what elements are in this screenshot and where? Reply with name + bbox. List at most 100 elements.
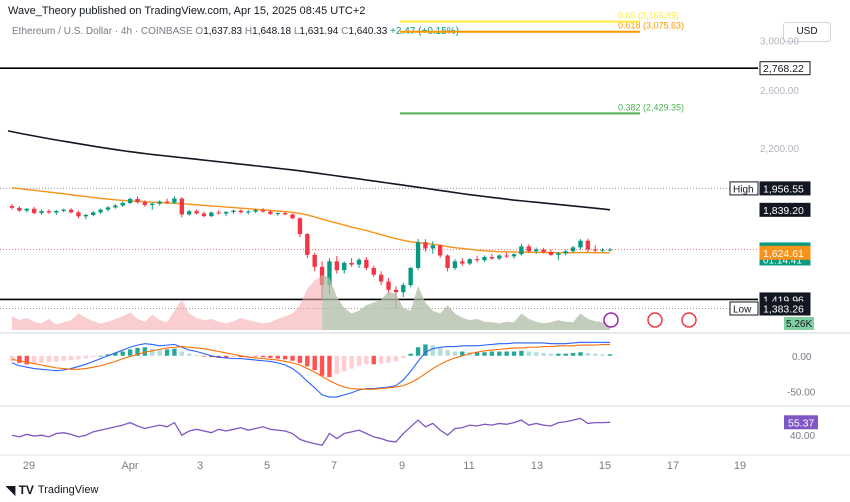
- macd-histogram-bar: [61, 355, 66, 361]
- candle-body: [452, 261, 458, 268]
- candle-body: [120, 202, 125, 206]
- price-tag-bg: [759, 181, 811, 196]
- macd-histogram-bar: [135, 347, 140, 356]
- macd-histogram-bar: [290, 355, 295, 361]
- candle-body: [98, 209, 103, 213]
- candle-body: [297, 218, 303, 235]
- macd-histogram-bar: [548, 353, 554, 356]
- x-tick-label: 15: [599, 460, 611, 472]
- macd-histogram-bar: [364, 355, 369, 365]
- macd-histogram-bar: [423, 344, 428, 356]
- candle-body: [201, 213, 207, 217]
- macd-histogram-bar: [164, 349, 170, 356]
- candle-body: [319, 266, 325, 286]
- candle-body: [401, 285, 406, 293]
- candle-body: [172, 198, 177, 203]
- price-tag-prefix-bg: [729, 181, 759, 196]
- rsi-tick-label: 40.00: [790, 431, 815, 442]
- macd-histogram-bar: [378, 355, 384, 364]
- candle-body: [526, 246, 531, 252]
- candle-body: [17, 207, 22, 211]
- close-value: 1,640.33: [348, 26, 388, 37]
- macd-histogram-bar: [238, 355, 244, 358]
- macd-line: [11, 341, 610, 398]
- macd-histogram-bar: [9, 355, 15, 362]
- price-tag-label: 1,956.55: [763, 183, 804, 195]
- macd-histogram-bar: [445, 350, 450, 356]
- macd-histogram-bar: [76, 355, 81, 360]
- price-tag-bg: [759, 202, 811, 217]
- price-axis-tag: 1,956.55 High: [729, 181, 811, 196]
- sma200-line: [7, 130, 611, 211]
- candle-body: [593, 249, 598, 251]
- macd-histogram-bar: [519, 350, 524, 356]
- volume-area-bull: [322, 275, 610, 330]
- candle-body: [260, 210, 266, 212]
- macd-histogram-bar: [607, 354, 613, 356]
- price-tag-label: 1,839.20: [763, 205, 804, 217]
- volume-area: [12, 275, 610, 330]
- macd-histogram-bar: [334, 355, 340, 375]
- candle-body: [548, 252, 554, 255]
- macd-histogram-bar: [91, 355, 96, 358]
- candle-body: [275, 213, 280, 215]
- y-tick-label: 2,200.00: [760, 144, 799, 155]
- macd-histogram-bar: [497, 351, 502, 356]
- rsi-tag-bg: [784, 415, 818, 430]
- candle-body: [378, 274, 384, 282]
- price-tag-label: 2,768.22: [763, 63, 804, 75]
- macd-histogram-bar: [282, 355, 288, 360]
- macd-histogram-bar: [408, 353, 413, 356]
- macd-histogram-bar: [186, 353, 192, 356]
- price-axis-tag: 1,839.20: [759, 202, 811, 217]
- symbol-legend: Ethereum / U.S. Dollar · 4h · COINBASE O…: [12, 26, 459, 37]
- candle-body: [9, 205, 15, 208]
- macd-histogram-bar: [24, 355, 29, 365]
- macd-histogram-bar: [179, 351, 184, 356]
- macd-histogram-bar: [194, 355, 199, 356]
- macd-histogram-bar: [467, 352, 472, 356]
- macd-histogram-bar: [209, 355, 214, 358]
- macd-histogram-bar: [541, 352, 546, 356]
- macd-histogram-bar: [253, 355, 258, 357]
- candle-body: [467, 259, 472, 264]
- macd-histogram-bar: [570, 352, 576, 356]
- currency-button[interactable]: USD: [783, 22, 831, 42]
- rsi-line: [11, 417, 611, 447]
- candle-body: [209, 212, 214, 217]
- footer-brand[interactable]: ◥ TV TradingView: [6, 483, 98, 497]
- fib-level-label: 0.618 (3,075.63): [618, 21, 684, 31]
- candle-body: [356, 259, 362, 265]
- candle-body: [334, 261, 340, 271]
- macd-histogram-bar: [526, 351, 531, 356]
- candle-body: [438, 245, 443, 256]
- candle-body: [179, 198, 184, 215]
- macd-histogram-bar: [268, 355, 273, 358]
- candle-body: [46, 211, 52, 213]
- macd-histogram-bar: [371, 355, 376, 365]
- candle-body: [312, 254, 317, 267]
- x-tick-label: 29: [23, 460, 35, 472]
- brand-name: TradingView: [37, 484, 99, 496]
- candle-body: [39, 211, 44, 214]
- candle-body: [364, 259, 369, 268]
- macd-histogram-bar: [223, 355, 229, 358]
- macd-histogram-bar: [438, 347, 443, 356]
- candle-body: [24, 208, 29, 211]
- macd-histogram-bar: [17, 355, 22, 363]
- price-tag-label: 1,640.33: [763, 244, 804, 256]
- x-tick-label: 19: [734, 460, 746, 472]
- candle-body: [54, 210, 59, 213]
- macd-histogram-bar: [533, 352, 539, 356]
- candle-body: [246, 211, 251, 213]
- macd-histogram-bar: [113, 352, 118, 356]
- macd-histogram-bar: [600, 354, 605, 356]
- price-chart[interactable]: 3,000.002,600.002,200.000.382 (2,429.35)…: [0, 0, 850, 502]
- macd-histogram-bar: [297, 355, 303, 363]
- x-tick-label: 9: [399, 460, 405, 472]
- candle-body: [150, 203, 155, 205]
- candle-body: [186, 211, 192, 215]
- macd-histogram-bar: [319, 355, 325, 376]
- price-axis-tag: 1,640.3301:14:41: [759, 242, 811, 266]
- x-tick-label: 13: [531, 460, 543, 472]
